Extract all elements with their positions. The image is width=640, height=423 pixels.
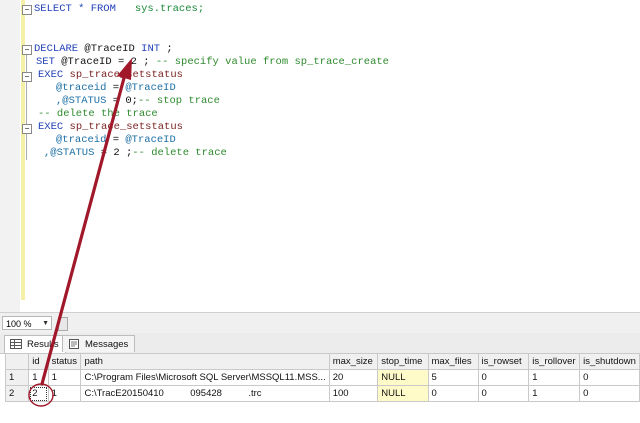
code-number: 2 xyxy=(113,147,120,159)
code-line-7: -- delete the trace xyxy=(38,108,158,121)
cell-is-shutdown[interactable]: 0 xyxy=(579,385,640,402)
code-line-9: @traceid = @TraceID xyxy=(56,134,176,147)
tab-messages[interactable]: Messages xyxy=(62,335,136,352)
collapse-toggle[interactable]: − xyxy=(22,5,32,15)
code-type: INT xyxy=(141,43,161,55)
code-variable: @TraceID xyxy=(61,56,112,68)
code-procedure: sp_trace_setstatus xyxy=(69,69,183,81)
code-operator: = xyxy=(112,134,120,146)
results-tab-strip: Results Messages xyxy=(0,333,640,354)
code-comment: -- specify value from sp_trace_create xyxy=(155,56,389,68)
column-header[interactable]: max_files xyxy=(427,353,479,370)
code-keyword: SELECT * FROM xyxy=(34,3,116,15)
cell-status[interactable]: 1 xyxy=(47,369,82,386)
editor-margin xyxy=(0,0,20,312)
code-punct: ; xyxy=(143,56,150,68)
column-header[interactable]: path xyxy=(80,353,330,370)
code-keyword: SET xyxy=(36,56,55,68)
code-variable: @TraceID xyxy=(125,134,176,146)
cell-is-rollover[interactable]: 1 xyxy=(528,385,581,402)
cell-stop-time[interactable]: NULL xyxy=(377,385,429,402)
collapse-toggle[interactable]: − xyxy=(22,45,32,55)
grid-header-row: id status path max_size stop_time max_fi… xyxy=(4,353,640,370)
cell-status[interactable]: 1 xyxy=(47,385,82,402)
column-header[interactable]: is_shutdown xyxy=(579,353,640,370)
code-line-3: SET @TraceID = 2 ; -- specify value from… xyxy=(36,56,389,69)
cell-stop-time[interactable]: NULL xyxy=(377,369,429,386)
results-empty-area xyxy=(0,404,640,423)
code-parameter: ,@STATUS xyxy=(56,95,107,107)
table-row[interactable]: 1 1 1 C:\Program Files\Microsoft SQL Ser… xyxy=(4,369,640,386)
collapse-toggle[interactable]: − xyxy=(22,72,32,82)
code-line-8: EXEC sp_trace_setstatus xyxy=(38,121,183,134)
column-header[interactable]: is_rowset xyxy=(477,353,530,370)
message-icon xyxy=(69,339,79,349)
code-comment: -- stop trace xyxy=(137,95,220,107)
code-line-1: SELECT * FROM sys.traces; xyxy=(34,3,204,16)
cell-max-files[interactable]: 5 xyxy=(427,369,479,386)
cell-max-files[interactable]: 0 xyxy=(427,385,479,402)
column-header[interactable]: max_size xyxy=(328,353,379,370)
code-line-2: DECLARE @TraceID INT ; xyxy=(34,43,173,56)
grid-corner[interactable] xyxy=(4,353,30,370)
cell-is-rowset[interactable]: 0 xyxy=(477,369,530,386)
code-variable: @TraceID xyxy=(84,43,135,55)
code-keyword: EXEC xyxy=(38,69,64,81)
cell-max-size[interactable]: 20 xyxy=(328,369,379,386)
tab-messages-label: Messages xyxy=(85,339,129,350)
code-parameter: @traceid xyxy=(56,82,107,94)
editor-status-bar: 100 % ▼ xyxy=(0,312,640,333)
zoom-value: 100 % xyxy=(6,319,32,329)
code-procedure: sp_trace_setstatus xyxy=(69,121,183,133)
code-line-10: ,@STATUS = 2 ;-- delete trace xyxy=(44,147,227,160)
column-header[interactable]: id xyxy=(28,353,49,370)
code-line-6: ,@STATUS = 0;-- stop trace xyxy=(56,95,220,108)
code-operator: = xyxy=(117,56,125,68)
code-comment: -- delete trace xyxy=(132,147,227,159)
outline-guide xyxy=(26,55,27,160)
cell-path[interactable]: C:\Program Files\Microsoft SQL Server\MS… xyxy=(80,369,330,386)
code-parameter: ,@STATUS xyxy=(44,147,95,159)
chevron-down-icon: ▼ xyxy=(42,320,49,327)
cell-path[interactable]: C:\TracE20150410 095428 .trc xyxy=(80,385,330,402)
code-operator: = xyxy=(100,147,108,159)
results-grid[interactable]: id status path max_size stop_time max_fi… xyxy=(4,353,640,402)
code-parameter: @traceid xyxy=(56,134,107,146)
code-punct: ; xyxy=(166,43,173,55)
code-object: sys.traces; xyxy=(134,3,205,15)
row-number[interactable]: 2 xyxy=(4,385,30,402)
cell-id[interactable]: 2 xyxy=(28,385,49,402)
cell-is-rollover[interactable]: 1 xyxy=(528,369,581,386)
cell-max-size[interactable]: 100 xyxy=(328,385,379,402)
column-header[interactable]: status xyxy=(47,353,82,370)
zoom-dropdown[interactable]: 100 % ▼ xyxy=(2,316,52,330)
row-number[interactable]: 1 xyxy=(4,369,30,386)
code-keyword: DECLARE xyxy=(34,43,79,55)
cell-id[interactable]: 1 xyxy=(28,369,49,386)
query-editor[interactable]: − SELECT * FROM sys.traces; − DECLARE @T… xyxy=(0,0,640,312)
column-header[interactable]: is_rollover xyxy=(528,353,581,370)
grid-icon xyxy=(10,339,22,349)
table-row[interactable]: 2 2 1 C:\TracE20150410 095428 .trc 100 N… xyxy=(4,385,640,402)
code-operator: = xyxy=(112,82,120,94)
code-operator: = xyxy=(112,95,120,107)
cell-is-rowset[interactable]: 0 xyxy=(477,385,530,402)
tab-results[interactable]: Results xyxy=(4,335,66,353)
code-keyword: EXEC xyxy=(38,121,64,133)
tab-results-label: Results xyxy=(27,339,59,350)
column-header[interactable]: stop_time xyxy=(377,353,429,370)
code-number: 2 xyxy=(130,56,137,68)
cell-is-shutdown[interactable]: 0 xyxy=(579,369,640,386)
code-line-4: EXEC sp_trace_setstatus xyxy=(38,69,183,82)
code-comment: -- delete the trace xyxy=(38,108,158,120)
code-line-5: @traceid = @TraceID xyxy=(56,82,176,95)
code-variable: @TraceID xyxy=(125,82,176,94)
horizontal-scrollbar[interactable] xyxy=(58,317,68,331)
collapse-toggle[interactable]: − xyxy=(22,124,32,134)
